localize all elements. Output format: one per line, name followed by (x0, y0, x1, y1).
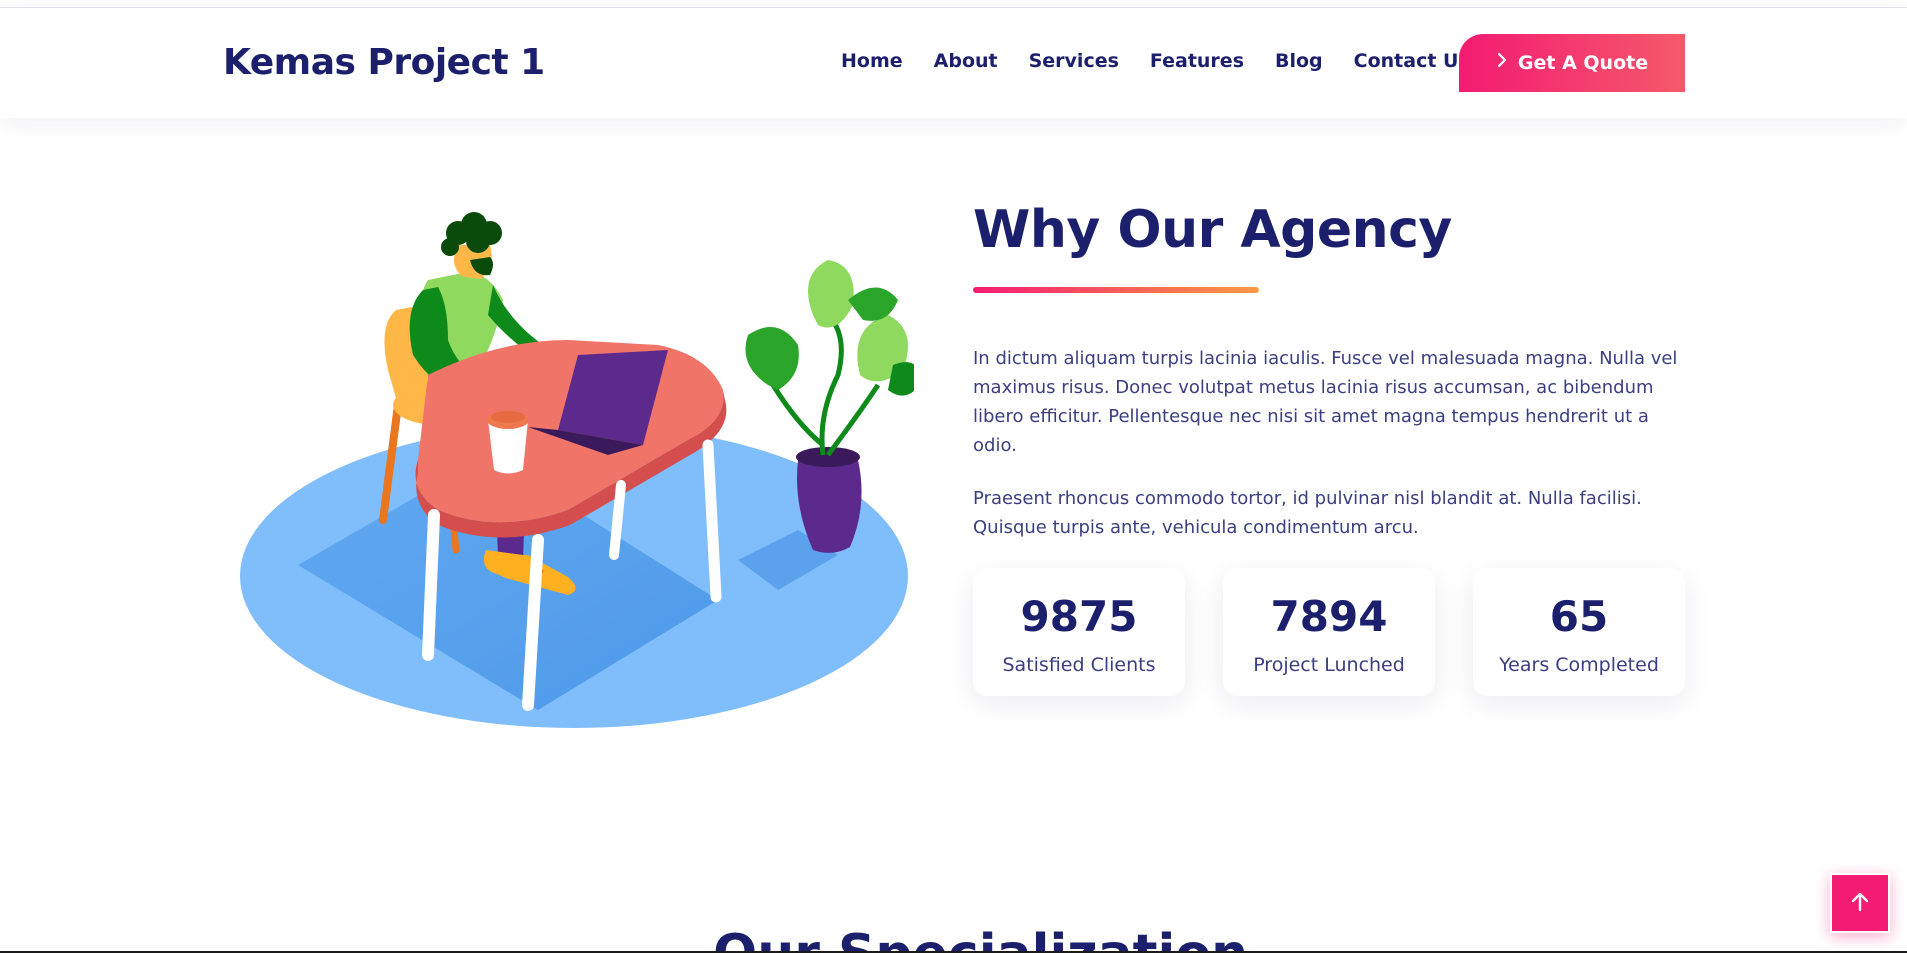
stat-label: Project Lunched (1253, 654, 1405, 676)
next-section-title: Our Specialization (713, 928, 1248, 953)
main-nav: Home About Services Features Blog Contac… (841, 50, 1501, 72)
stat-value: 9875 (1020, 592, 1138, 641)
secondary-paragraph: Praesent rhoncus commodo tortor, id pulv… (973, 488, 1642, 538)
top-border (0, 0, 1907, 8)
stat-label: Years Completed (1499, 654, 1659, 676)
intro-paragraph: In dictum aliquam turpis lacinia iaculis… (973, 348, 1678, 456)
stat-card-clients: 9875 Satisfied Clients (973, 568, 1185, 696)
nav-home-link[interactable]: Home (841, 50, 903, 72)
get-quote-label: Get A Quote (1517, 52, 1649, 74)
get-quote-button[interactable]: Get A Quote (1459, 34, 1685, 92)
nav-about-link[interactable]: About (934, 50, 998, 72)
chevron-right-icon (1496, 52, 1508, 73)
arrow-up-icon (1849, 891, 1871, 916)
site-header: Kemas Project 1 Home About Services Feat… (0, 8, 1907, 118)
nav-services-link[interactable]: Services (1029, 50, 1119, 72)
site-logo[interactable]: Kemas Project 1 (223, 42, 545, 83)
stat-value: 65 (1549, 592, 1609, 641)
stat-card-years: 65 Years Completed (1473, 568, 1685, 696)
stat-card-projects: 7894 Project Lunched (1223, 568, 1435, 696)
section-title: Why Our Agency (973, 200, 1452, 260)
stat-label: Satisfied Clients (1002, 654, 1156, 676)
scroll-to-top-button[interactable] (1830, 873, 1890, 933)
title-underline (973, 287, 1259, 293)
agency-illustration (240, 212, 914, 728)
nav-contact-link[interactable]: Contact Us (1354, 50, 1470, 72)
nav-blog-link[interactable]: Blog (1275, 50, 1323, 72)
nav-features-link[interactable]: Features (1150, 50, 1244, 72)
stat-value: 7894 (1270, 592, 1388, 641)
